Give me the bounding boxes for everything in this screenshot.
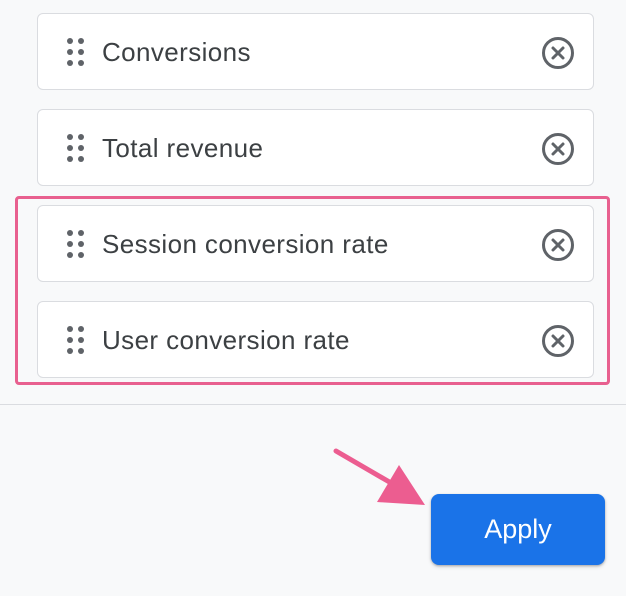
metric-list: Conversions Total revenue Session conver… <box>0 0 626 596</box>
divider <box>0 404 626 405</box>
close-circle-icon <box>542 229 574 261</box>
metric-item-total-revenue[interactable]: Total revenue <box>37 109 594 186</box>
drag-handle-icon[interactable] <box>67 326 87 354</box>
remove-metric-button[interactable] <box>541 132 575 166</box>
apply-button[interactable]: Apply <box>431 494 605 565</box>
drag-handle-icon[interactable] <box>67 134 87 162</box>
remove-metric-button[interactable] <box>541 228 575 262</box>
drag-handle-icon[interactable] <box>67 38 87 66</box>
close-circle-icon <box>542 133 574 165</box>
close-circle-icon <box>542 37 574 69</box>
metric-label: Session conversion rate <box>102 229 389 259</box>
metric-label: User conversion rate <box>102 325 350 355</box>
metric-item-user-conversion-rate[interactable]: User conversion rate <box>37 301 594 378</box>
metric-label: Conversions <box>102 37 251 67</box>
remove-metric-button[interactable] <box>541 324 575 358</box>
metric-item-conversions[interactable]: Conversions <box>37 13 594 90</box>
metric-label: Total revenue <box>102 133 264 163</box>
metric-item-session-conversion-rate[interactable]: Session conversion rate <box>37 205 594 282</box>
remove-metric-button[interactable] <box>541 36 575 70</box>
drag-handle-icon[interactable] <box>67 230 87 258</box>
close-circle-icon <box>542 325 574 357</box>
